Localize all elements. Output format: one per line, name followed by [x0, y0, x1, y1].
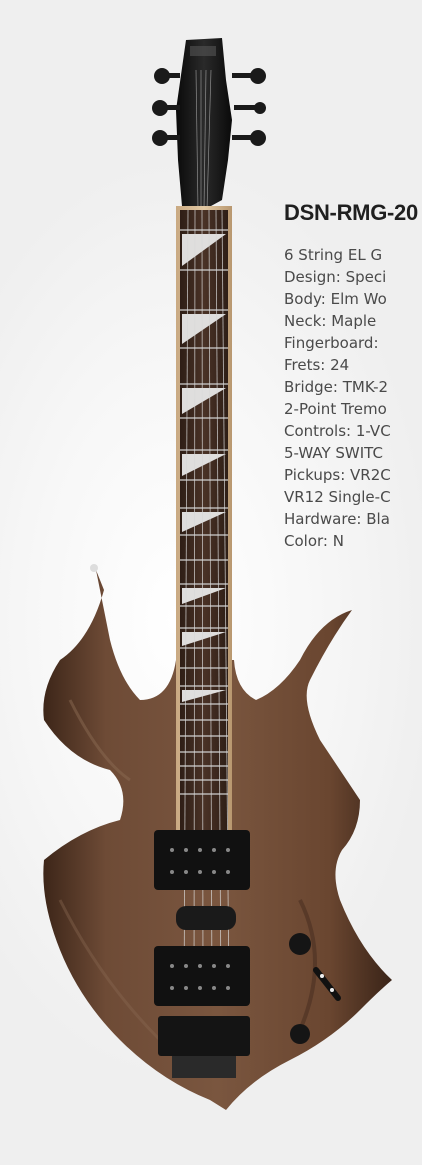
spec-line: Design: Speci	[284, 268, 387, 286]
spec-line: 5-WAY SWITC	[284, 444, 383, 462]
spec-line: Color: N	[284, 532, 344, 550]
spec-line: 2-Point Tremo	[284, 400, 387, 418]
spec-line: VR12 Single-C	[284, 488, 391, 506]
guitar-product-image	[43, 38, 392, 1110]
spec-line: Neck: Maple	[284, 312, 377, 330]
spec-list: 6 String EL G Design: Speci Body: Elm Wo…	[284, 244, 422, 552]
product-model-title: DSN-RMG-20	[284, 200, 418, 225]
product-specs: DSN-RMG-20 6 String EL G Design: Speci B…	[284, 200, 422, 552]
spec-line: Hardware: Bla	[284, 510, 390, 528]
spec-line: Frets: 24	[284, 356, 350, 374]
spec-line: Fingerboard:	[284, 334, 379, 352]
spec-line: Bridge: TMK-2	[284, 378, 389, 396]
spec-line: Body: Elm Wo	[284, 290, 387, 308]
spec-line: Controls: 1-VC	[284, 422, 391, 440]
spec-line: 6 String EL G	[284, 246, 383, 264]
spec-line: Pickups: VR2C	[284, 466, 391, 484]
headstock	[152, 38, 266, 212]
